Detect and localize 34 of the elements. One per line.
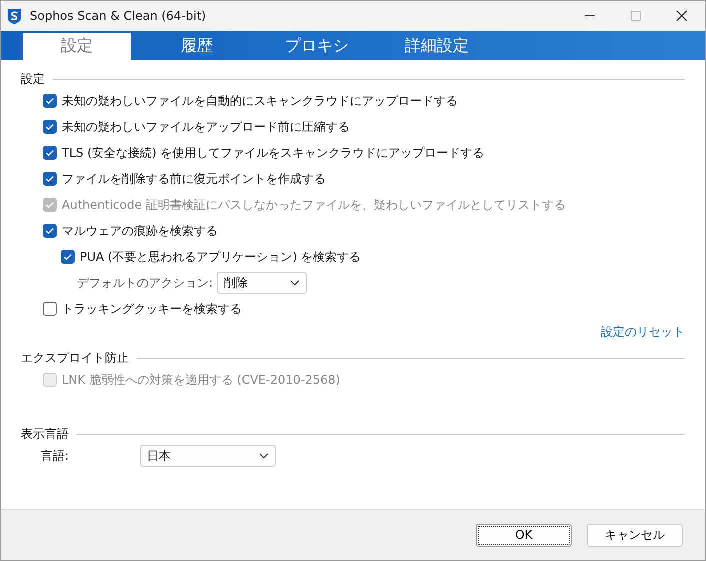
tab[interactable]: 詳細設定 xyxy=(383,33,491,60)
checkbox[interactable] xyxy=(43,172,57,186)
ok-button[interactable]: OK xyxy=(476,524,572,546)
section-heading: 表示言語 xyxy=(21,426,69,442)
chevron-down-icon xyxy=(259,453,269,459)
checkbox[interactable] xyxy=(43,146,57,160)
checkbox-label: ファイルを削除する前に復元ポイントを作成する xyxy=(62,170,326,188)
tab[interactable]: プロキシ xyxy=(263,33,371,60)
checkbox[interactable] xyxy=(43,94,57,108)
checkbox-label: LNK 脆弱性への対策を適用する (CVE-2010-2568) xyxy=(62,372,340,388)
reset-settings-link[interactable]: 設定のリセット xyxy=(601,324,685,341)
language-dropdown[interactable]: 日本 xyxy=(140,445,276,467)
cancel-button[interactable]: キャンセル xyxy=(587,524,683,546)
checkbox-label: TLS (安全な接続) を使用してファイルをスキャンクラウドにアップロードする xyxy=(62,144,485,162)
shield-logo-icon xyxy=(7,8,22,24)
checkbox[interactable] xyxy=(43,120,57,134)
checkbox[interactable] xyxy=(61,250,75,264)
checkbox-label: トラッキングクッキーを検索する xyxy=(62,300,242,318)
language-label: 言語: xyxy=(41,448,70,464)
checkbox[interactable] xyxy=(43,224,57,238)
section-heading: 設定 xyxy=(21,70,45,88)
section-heading: エクスプロイト防止 xyxy=(21,350,129,366)
action-dropdown[interactable]: 削除 xyxy=(217,272,308,294)
checkbox[interactable] xyxy=(43,302,57,316)
checkbox-label: PUA (不要と思われるアプリケーション) を検索する xyxy=(80,248,362,266)
default-action-label: デフォルトのアクション: xyxy=(77,274,214,292)
checkbox-label: Authenticode 証明書検証にパスしなかったファイルを、疑わしいファイルとしてリストする xyxy=(62,196,566,214)
tab[interactable]: 設定 xyxy=(23,33,131,60)
checkbox-label: 未知の疑わしいファイルを自動的にスキャンクラウドにアップロードする xyxy=(62,92,458,110)
tab[interactable]: 履歴 xyxy=(143,33,251,60)
window-title: Sophos Scan & Clean (64-bit) xyxy=(30,9,206,23)
chevron-down-icon xyxy=(290,280,300,286)
checkbox-label: マルウェアの痕跡を検索する xyxy=(62,222,218,240)
checkbox-label: 未知の疑わしいファイルをアップロード前に圧縮する xyxy=(62,118,350,136)
